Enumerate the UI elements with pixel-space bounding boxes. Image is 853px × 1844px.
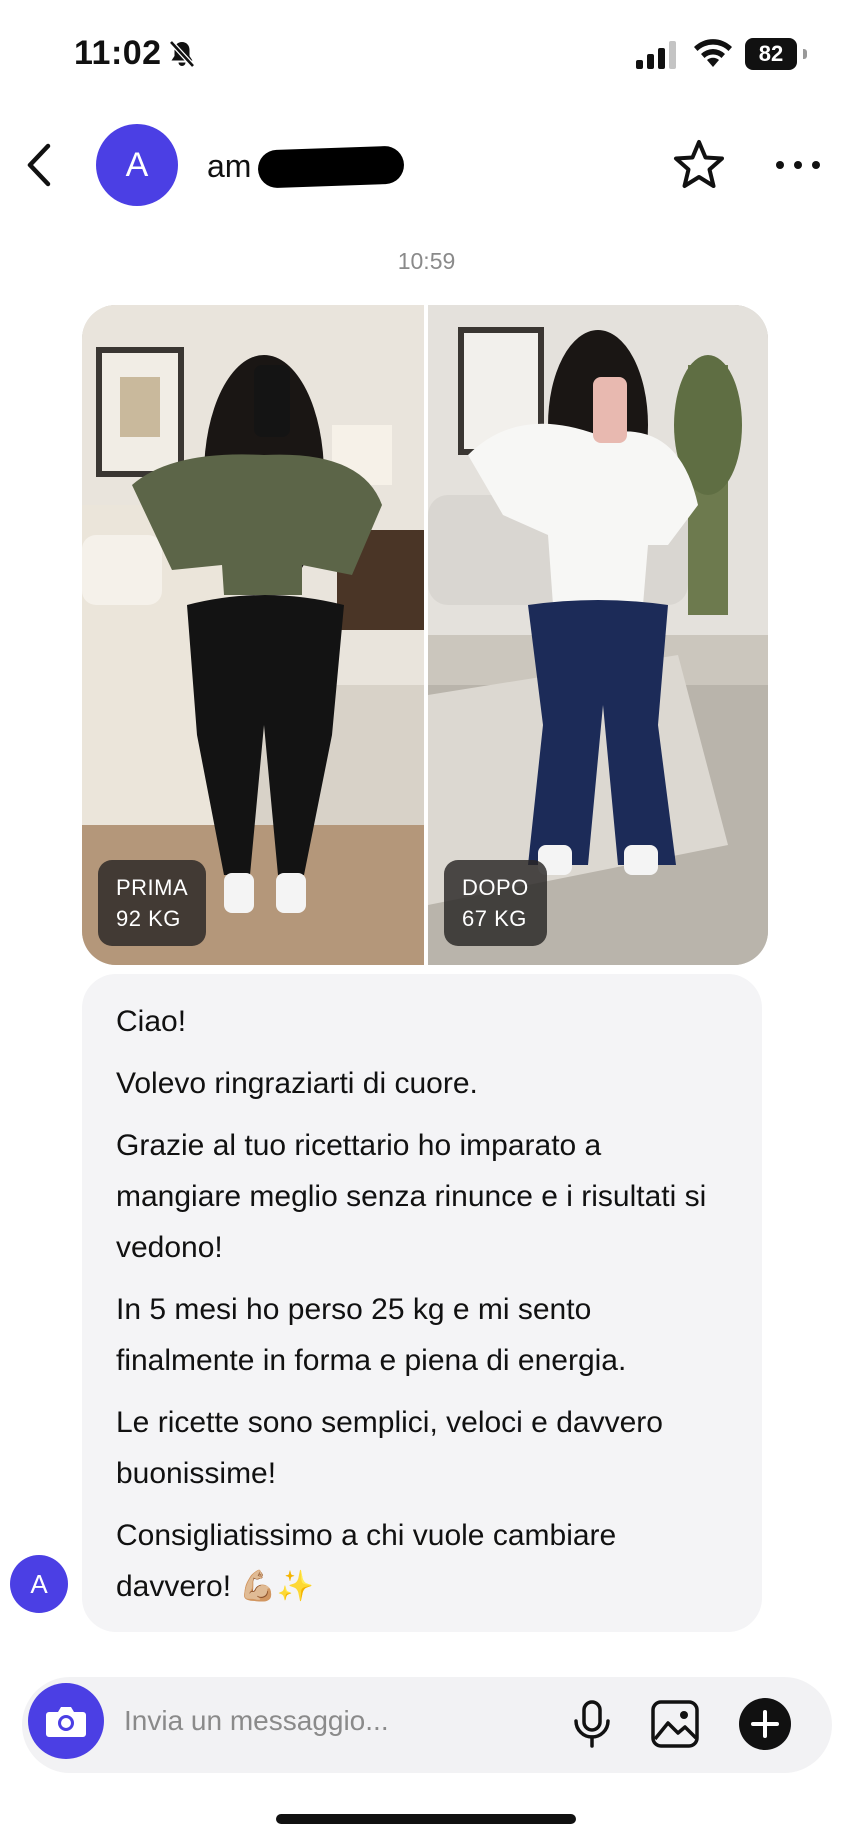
message-emoji: 💪🏼✨ bbox=[239, 1569, 315, 1604]
contact-avatar[interactable]: A bbox=[96, 124, 178, 206]
gallery-icon[interactable] bbox=[650, 1699, 700, 1749]
back-chevron-icon[interactable] bbox=[22, 140, 62, 190]
message-timestamp: 10:59 bbox=[397, 248, 456, 274]
before-label-title: PRIMA bbox=[116, 875, 189, 900]
message-line: Le ricette sono semplici, veloci e davve… bbox=[116, 1406, 663, 1490]
plus-icon[interactable] bbox=[738, 1697, 792, 1751]
contact-name[interactable]: am bbox=[207, 148, 251, 185]
status-time: 11:02 bbox=[74, 34, 162, 72]
home-indicator bbox=[276, 1814, 576, 1824]
before-label-weight: 92 KG bbox=[116, 906, 181, 931]
battery-level: 82 bbox=[745, 38, 797, 70]
microphone-icon[interactable] bbox=[570, 1699, 614, 1749]
before-label: PRIMA 92 KG bbox=[98, 860, 207, 946]
message-input[interactable] bbox=[124, 1699, 484, 1743]
camera-button[interactable] bbox=[28, 1683, 104, 1759]
redaction-mark bbox=[257, 145, 405, 189]
signal-icon bbox=[636, 41, 676, 69]
message-line-last: Consigliatissimo a chi vuole cambiare da… bbox=[116, 1510, 734, 1612]
message-line: Grazie al tuo ricettario ho imparato a m… bbox=[116, 1129, 707, 1264]
chat-header: A am bbox=[0, 110, 853, 220]
after-label-weight: 67 KG bbox=[462, 906, 527, 931]
message-line: Volevo ringraziarti di cuore. bbox=[116, 1067, 478, 1100]
message-composer bbox=[22, 1677, 832, 1773]
camera-icon bbox=[46, 1707, 86, 1737]
before-after-photo[interactable]: PRIMA 92 KG DOPO 67 KG bbox=[82, 305, 768, 965]
sender-avatar[interactable]: A bbox=[10, 1555, 68, 1613]
after-label: DOPO 67 KG bbox=[444, 860, 547, 946]
status-bar: 11:02 82 bbox=[0, 0, 853, 110]
more-dots-icon[interactable] bbox=[774, 156, 822, 174]
after-label-title: DOPO bbox=[462, 875, 529, 900]
star-icon[interactable] bbox=[672, 138, 726, 192]
message-bubble[interactable]: Ciao! Volevo ringraziarti di cuore. Graz… bbox=[82, 974, 762, 1632]
battery-icon: 82 bbox=[745, 38, 807, 70]
wifi-icon bbox=[694, 39, 732, 67]
message-line: Ciao! bbox=[116, 1005, 187, 1038]
battery-cap bbox=[803, 49, 807, 59]
message-line: In 5 mesi ho perso 25 kg e mi sento fina… bbox=[116, 1293, 627, 1377]
bell-off-icon bbox=[169, 40, 195, 68]
message-text: Consigliatissimo a chi vuole cambiare da… bbox=[116, 1519, 617, 1603]
